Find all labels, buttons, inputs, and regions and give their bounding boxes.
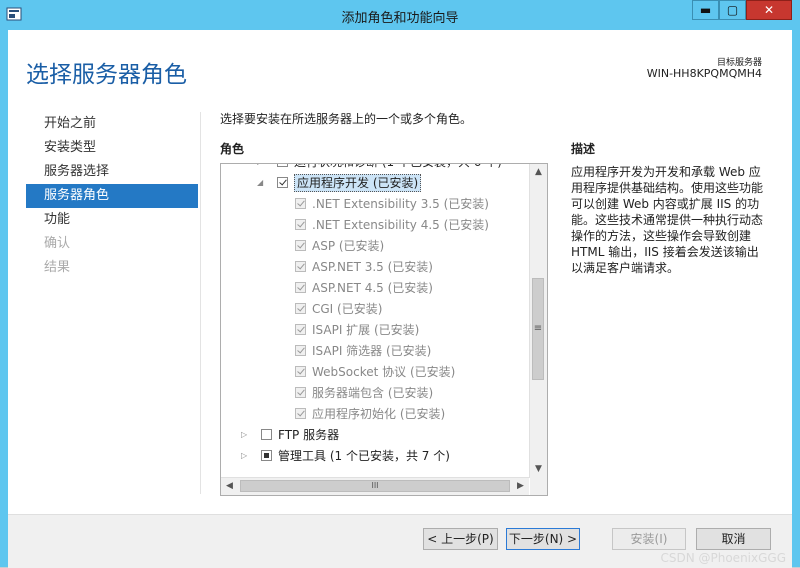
role-checkbox [295,303,306,314]
wizard-window: 添加角色和功能向导 ▬ ▢ ✕ 选择服务器角色 目标服务器 WIN-HH8KPQ… [0,0,800,568]
nav-item-results: 结果 [44,260,71,275]
role-label: ASP (已安装) [312,239,385,253]
role-label: .NET Extensibility 3.5 (已安装) [312,197,489,211]
role-label: 管理工具 (1 个已安装，共 7 个) [278,449,450,463]
minimize-button[interactable]: ▬ [692,0,719,20]
role-checkbox[interactable] [261,450,272,461]
roles-tree[interactable]: ▷ 运行状况和诊断 (1 个已安装，共 6 个) ◢ 应用程序开发 (已安装) .NET… [220,163,548,496]
next-button[interactable]: 下一步(N) > [506,528,580,550]
role-label: 应用程序开发 (已安装) [294,174,422,192]
nav-divider [200,112,201,494]
scroll-right-button[interactable]: ▶ [512,478,529,495]
window-frame-right [792,30,800,567]
tree-row[interactable]: ISAPI 扩展 (已安装) [221,320,521,340]
close-button[interactable]: ✕ [746,0,792,20]
tree-row[interactable]: ▷ FTP 服务器 [221,425,521,445]
tree-row[interactable]: .NET Extensibility 4.5 (已安装) [221,215,521,235]
tree-row[interactable]: 应用程序初始化 (已安装) [221,404,521,424]
title-bar[interactable]: 添加角色和功能向导 ▬ ▢ ✕ [0,0,800,30]
role-checkbox [295,324,306,335]
wizard-content: 选择服务器角色 目标服务器 WIN-HH8KPQMQMH4 开始之前 安装类型 … [8,30,792,568]
hscroll-grip-icon: III [371,481,379,490]
description-header: 描述 [571,142,596,156]
tree-row[interactable]: CGI (已安装) [221,299,521,319]
role-checkbox [295,366,306,377]
nav-item-installation-type[interactable]: 安装类型 [26,136,198,160]
role-checkbox[interactable] [261,429,272,440]
tree-row[interactable]: ▷ 运行状况和诊断 (1 个已安装，共 6 个) [221,164,521,172]
window-frame-left [0,30,8,567]
role-label: WebSocket 协议 (已安装) [312,365,456,379]
tree-expander-icon[interactable]: ▷ [257,164,267,168]
cancel-button[interactable]: 取消 [696,528,771,550]
role-label: 应用程序初始化 (已安装) [312,407,446,421]
horizontal-scroll-thumb[interactable]: III [240,480,510,492]
scroll-down-button[interactable]: ▼ [530,461,547,478]
tree-row[interactable]: ASP.NET 4.5 (已安装) [221,278,521,298]
watermark-text: CSDN @PhoenixGGG [660,551,786,565]
nav-item-server-roles[interactable]: 服务器角色 [26,184,198,208]
install-button: 安装(I) [612,528,686,550]
role-checkbox [295,261,306,272]
tree-row[interactable]: ◢ 应用程序开发 (已安装) [221,173,521,193]
scroll-grip-icon: ≡ [533,323,543,334]
previous-button[interactable]: < 上一步(P) [423,528,498,550]
tree-expander-icon[interactable]: ▷ [241,429,251,441]
role-label: ISAPI 筛选器 (已安装) [312,344,432,358]
tree-row[interactable]: ISAPI 筛选器 (已安装) [221,341,521,361]
role-checkbox [295,408,306,419]
scroll-corner [530,478,547,495]
role-label: CGI (已安装) [312,302,383,316]
role-label: 运行状况和诊断 (1 个已安装，共 6 个) [294,164,502,172]
tree-row[interactable]: ASP (已安装) [221,236,521,256]
roles-header: 角色 [220,142,245,156]
nav-item-confirmation: 确认 [44,236,71,251]
vertical-scrollbar[interactable]: ▲ ≡ ▼ [529,164,547,478]
nav-item-before-you-begin[interactable]: 开始之前 [26,112,198,136]
role-checkbox[interactable] [277,177,288,188]
role-label: FTP 服务器 [278,428,340,442]
role-checkbox [295,282,306,293]
window-title: 添加角色和功能向导 [341,11,459,26]
role-checkbox [295,198,306,209]
role-label: 服务器端包含 (已安装) [312,386,434,400]
role-label: ISAPI 扩展 (已安装) [312,323,420,337]
tree-expander-icon[interactable]: ◢ [257,177,267,189]
tree-expander-icon[interactable]: ▷ [241,450,251,462]
description-text: 应用程序开发为开发和承载 Web 应用程序提供基础结构。使用这些功能可以创建 W… [571,165,764,275]
vertical-scroll-thumb[interactable]: ≡ [532,278,544,380]
horizontal-scrollbar[interactable]: ◀ III ▶ [221,477,529,495]
nav-item-features[interactable]: 功能 [26,208,198,232]
scroll-up-button[interactable]: ▲ [530,164,547,181]
role-label: .NET Extensibility 4.5 (已安装) [312,218,489,232]
tree-row[interactable]: ▷ 管理工具 (1 个已安装，共 7 个) [221,446,521,466]
target-server-name: WIN-HH8KPQMQMH4 [646,67,762,80]
role-label: ASP.NET 4.5 (已安装) [312,281,433,295]
role-checkbox [295,387,306,398]
maximize-button[interactable]: ▢ [719,0,746,20]
instruction-text: 选择要安装在所选服务器上的一个或多个角色。 [220,112,473,126]
page-title: 选择服务器角色 [26,62,187,88]
tree-row[interactable]: ASP.NET 3.5 (已安装) [221,257,521,277]
scroll-left-button[interactable]: ◀ [221,478,238,495]
role-checkbox[interactable] [277,164,288,167]
nav-item-server-selection[interactable]: 服务器选择 [26,160,198,184]
tree-row[interactable]: 服务器端包含 (已安装) [221,383,521,403]
wizard-nav: 开始之前 安装类型 服务器选择 服务器角色 功能 确认 结果 [26,112,198,280]
tree-row[interactable]: WebSocket 协议 (已安装) [221,362,521,382]
role-label: ASP.NET 3.5 (已安装) [312,260,433,274]
role-checkbox [295,219,306,230]
tree-row[interactable]: .NET Extensibility 3.5 (已安装) [221,194,521,214]
role-checkbox [295,240,306,251]
role-checkbox [295,345,306,356]
